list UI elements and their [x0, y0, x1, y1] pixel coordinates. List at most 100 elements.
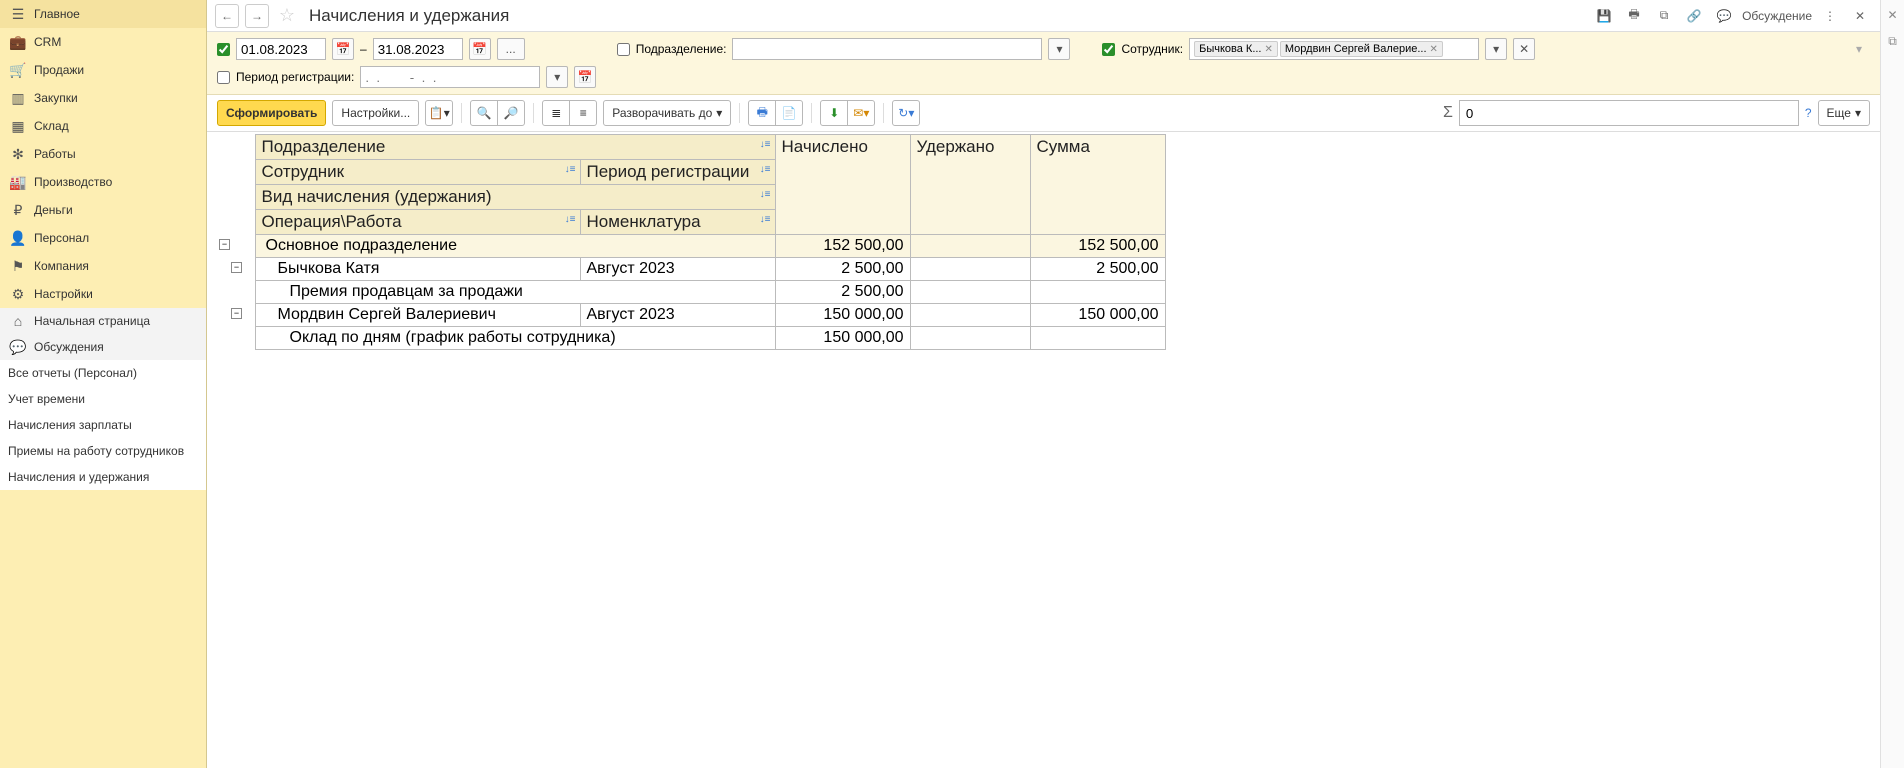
expand-button[interactable]: ≡: [569, 100, 597, 126]
col-period[interactable]: Период регистрации↓≡: [580, 160, 775, 185]
rs-bookmark-icon[interactable]: ⧉: [1884, 32, 1902, 50]
nav-discuss[interactable]: 💬Обсуждения: [0, 334, 206, 360]
print-button[interactable]: 🖶: [748, 100, 776, 126]
rs-close-icon[interactable]: ✕: [1884, 6, 1902, 24]
emp-dropdown-icon[interactable]: ▾: [1485, 38, 1507, 60]
expand-to-button[interactable]: Разворачивать до ▾: [603, 100, 731, 126]
tree-toggle-icon[interactable]: −: [231, 262, 242, 273]
chip-close-icon[interactable]: ✕: [1265, 44, 1273, 55]
cell: [910, 258, 1030, 281]
collapse-button[interactable]: ≣: [542, 100, 570, 126]
col-dept[interactable]: Подразделение↓≡: [255, 135, 775, 160]
nav-purchase[interactable]: ▥Закупки: [0, 84, 206, 112]
barcode-icon: ▥: [10, 90, 26, 106]
sum-input[interactable]: [1459, 100, 1799, 126]
forward-button[interactable]: →: [245, 4, 269, 28]
regperiod-input[interactable]: [360, 66, 540, 88]
discuss-icon[interactable]: 💬: [1712, 4, 1736, 28]
nav-settings[interactable]: ⚙Настройки: [0, 280, 206, 308]
cell: [910, 304, 1030, 327]
dept-dropdown-icon[interactable]: ▾: [1048, 38, 1070, 60]
generate-button[interactable]: Сформировать: [217, 100, 326, 126]
nav-staff[interactable]: 👤Персонал: [0, 224, 206, 252]
nav-works[interactable]: ✻Работы: [0, 140, 206, 168]
nav-stock[interactable]: ▦Склад: [0, 112, 206, 140]
date-to-input[interactable]: [373, 38, 463, 60]
find-button[interactable]: 🔍: [470, 100, 498, 126]
link-icon[interactable]: 🔗: [1682, 4, 1706, 28]
table-row[interactable]: Оклад по дням (график работы сотрудника)…: [219, 327, 1165, 350]
save-file-button[interactable]: ⬇: [820, 100, 848, 126]
preview-button[interactable]: 📄: [775, 100, 803, 126]
table-row[interactable]: − Бычкова Катя Август 2023 2 500,00 2 50…: [219, 258, 1165, 281]
report-area[interactable]: Подразделение↓≡ Начислено Удержано Сумма…: [207, 132, 1880, 768]
calendar-to-icon[interactable]: 📅: [469, 38, 491, 60]
emp-checkbox[interactable]: [1102, 43, 1115, 56]
nav-home[interactable]: ⌂Начальная страница: [0, 308, 206, 334]
col-type[interactable]: Вид начисления (удержания)↓≡: [255, 185, 775, 210]
calendar-from-icon[interactable]: 📅: [332, 38, 354, 60]
nav-main[interactable]: ☰ Главное: [0, 0, 206, 28]
sub-accruals[interactable]: Начисления и удержания: [0, 464, 206, 490]
cell: 2 500,00: [775, 258, 910, 281]
send-mail-button[interactable]: ✉▾: [847, 100, 875, 126]
period-checkbox[interactable]: [217, 43, 230, 56]
emp-clear-icon[interactable]: ✕: [1513, 38, 1535, 60]
col-emp[interactable]: Сотрудник↓≡: [255, 160, 580, 185]
cell: Премия продавцам за продажи: [255, 281, 775, 304]
nav-label: Персонал: [34, 231, 89, 245]
refresh-button[interactable]: ↻▾: [892, 100, 920, 126]
col-nom[interactable]: Номенклатура↓≡: [580, 210, 775, 235]
menu-icon: ☰: [10, 6, 26, 22]
table-row[interactable]: − Основное подразделение 152 500,00 152 …: [219, 235, 1165, 258]
report-table: Подразделение↓≡ Начислено Удержано Сумма…: [219, 134, 1166, 350]
sidebar: ☰ Главное 💼CRM 🛒Продажи ▥Закупки ▦Склад ✻…: [0, 0, 207, 768]
cell: [910, 281, 1030, 304]
copy-icon[interactable]: ⧉: [1652, 4, 1676, 28]
discuss-label[interactable]: Обсуждение: [1742, 9, 1812, 23]
date-from-input[interactable]: [236, 38, 326, 60]
cell: 2 500,00: [775, 281, 910, 304]
help-icon[interactable]: ?: [1805, 106, 1812, 120]
kebab-icon[interactable]: ⋮: [1818, 4, 1842, 28]
tree-toggle-icon[interactable]: −: [231, 308, 242, 319]
dept-checkbox[interactable]: [617, 43, 630, 56]
sub-time[interactable]: Учет времени: [0, 386, 206, 412]
print-icon[interactable]: 🖶: [1622, 4, 1646, 28]
save-icon[interactable]: 💾: [1592, 4, 1616, 28]
more-button[interactable]: Еще ▾: [1818, 100, 1870, 126]
regperiod-checkbox[interactable]: [217, 71, 230, 84]
cell: Основное подразделение: [255, 235, 775, 258]
chip-close-icon[interactable]: ✕: [1430, 44, 1438, 55]
filter-funnel-icon[interactable]: ▾: [1848, 38, 1870, 60]
col-accrued[interactable]: Начислено: [775, 135, 910, 235]
tree-toggle-icon[interactable]: −: [219, 239, 230, 250]
period-ellipsis-button[interactable]: ...: [497, 38, 525, 60]
nav-label: Главное: [34, 7, 80, 21]
regperiod-dropdown-icon[interactable]: ▾: [546, 66, 568, 88]
nav-company[interactable]: ⚑Компания: [0, 252, 206, 280]
nav-sales[interactable]: 🛒Продажи: [0, 56, 206, 84]
close-icon[interactable]: ✕: [1848, 4, 1872, 28]
settings-button[interactable]: Настройки...: [332, 100, 419, 126]
sub-payroll[interactable]: Начисления зарплаты: [0, 412, 206, 438]
back-button[interactable]: ←: [215, 4, 239, 28]
table-row[interactable]: Премия продавцам за продажи 2 500,00: [219, 281, 1165, 304]
nav-crm[interactable]: 💼CRM: [0, 28, 206, 56]
col-withheld[interactable]: Удержано: [910, 135, 1030, 235]
cell: 150 000,00: [775, 327, 910, 350]
col-op[interactable]: Операция\Работа↓≡: [255, 210, 580, 235]
emp-input[interactable]: Бычкова К...✕ Мордвин Сергей Валерие...✕: [1189, 38, 1479, 60]
table-row[interactable]: − Мордвин Сергей Валериевич Август 2023 …: [219, 304, 1165, 327]
page-title: Начисления и удержания: [309, 6, 509, 26]
variants-button[interactable]: 📋▾: [425, 100, 453, 126]
star-icon[interactable]: ☆: [275, 4, 299, 28]
nav-money[interactable]: ₽Деньги: [0, 196, 206, 224]
sub-hire[interactable]: Приемы на работу сотрудников: [0, 438, 206, 464]
nav-prod[interactable]: 🏭Производство: [0, 168, 206, 196]
sub-all-reports[interactable]: Все отчеты (Персонал): [0, 360, 206, 386]
regperiod-calendar-icon[interactable]: 📅: [574, 66, 596, 88]
dept-input[interactable]: [732, 38, 1042, 60]
col-total[interactable]: Сумма: [1030, 135, 1165, 235]
find-next-button[interactable]: 🔎: [497, 100, 525, 126]
